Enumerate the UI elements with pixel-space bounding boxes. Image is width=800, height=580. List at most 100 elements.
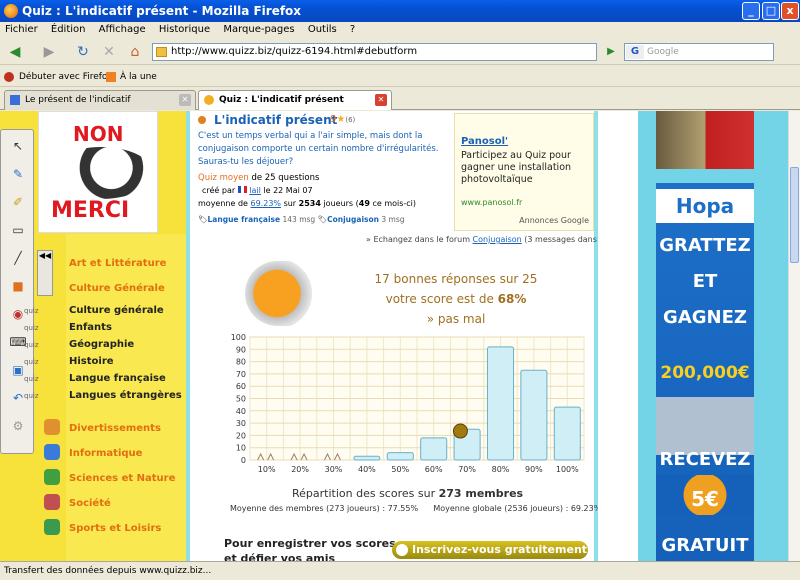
subcategory-histoire[interactable]: Histoire [69, 356, 114, 367]
menu-historique[interactable]: Historique [159, 24, 210, 35]
menu-affichage[interactable]: Affichage [99, 24, 146, 35]
subcategory-culture[interactable]: Culture générale [69, 305, 164, 316]
menu-outils[interactable]: Outils [308, 24, 337, 35]
eraser-tool-icon[interactable]: ▭ [7, 220, 29, 240]
subcategory-geographie[interactable]: Géographie [69, 339, 134, 350]
category-culture-generale[interactable]: Culture Générale [69, 283, 165, 294]
back-button[interactable]: ◀ [4, 41, 26, 63]
user-icon [396, 544, 408, 556]
tab-label: Quiz : L'indicatif présent [219, 95, 344, 105]
avg-suffix: sur [283, 199, 297, 208]
pub-line3: GAGNEZ [663, 307, 747, 328]
search-input[interactable]: Google [647, 47, 679, 57]
tag-langue-francaise[interactable]: Langue française [208, 215, 281, 224]
search-engine-icon[interactable]: G [626, 45, 644, 59]
y-tick-label: 0 [241, 456, 246, 465]
go-button[interactable]: ▶ [600, 41, 622, 63]
google-ad-box[interactable]: Panosol' Participez au Quiz pour gagner … [454, 113, 594, 231]
x-tick-label: 90% [525, 465, 543, 474]
subcategory-langues-etrangeres[interactable]: Langues étrangères [69, 390, 182, 401]
bookmark-debuter[interactable]: Débuter avec Firefox [19, 67, 113, 87]
bookmark-a-la-une[interactable]: À la une [120, 67, 157, 87]
line-tool-icon[interactable]: ╱ [7, 248, 29, 268]
category-informatique[interactable]: Informatique [69, 448, 142, 459]
status-bar: Transfert des données depuis www.quizz.b… [0, 561, 800, 580]
result-score-line: 17 bonnes réponses sur 25 [374, 272, 538, 286]
pointer-tool-icon[interactable]: ↖ [7, 136, 29, 156]
quiz-bullet-icon [198, 116, 206, 124]
subcategory-enfants[interactable]: Enfants [69, 322, 112, 333]
shape-tool-icon[interactable]: ■ [7, 276, 29, 296]
tab-page-icon [10, 95, 20, 105]
maximize-button[interactable]: □ [762, 2, 780, 20]
pub-bonus: 5€ [691, 487, 719, 511]
ad-title[interactable]: Panosol' [461, 136, 508, 147]
window-title: Quiz : L'indicatif présent - Mozilla Fir… [22, 4, 302, 18]
result-box: 17 bonnes réponses sur 25 votre score es… [356, 269, 556, 329]
avg-prefix: moyenne de [198, 199, 248, 208]
category-divertissements[interactable]: Divertissements [69, 423, 161, 434]
page-content: NON MERCI ↖ ✎ ✐ ▭ ╱ ■ ◉ ⌨ ▣ ↶ ⚙ ◀◀ Art e… [0, 111, 788, 561]
pub-line5: RECEVEZ [659, 449, 751, 470]
home-button[interactable]: ⌂ [124, 41, 146, 63]
score-chart-area: 0 10 20 30 40 50 60 70 80 90 100 10% 20% 30% 40% 50% 60%… [228, 333, 590, 483]
result-score: 68% [497, 292, 527, 306]
category-art[interactable]: Art et Littérature [69, 258, 166, 269]
category-societe[interactable]: Société [69, 498, 111, 509]
tab-quiz-active[interactable]: Quiz : L'indicatif présent ✕ [198, 90, 392, 110]
forum-link[interactable]: Conjugaison [473, 235, 522, 244]
divertissements-icon [44, 419, 60, 435]
tag-conjugaison[interactable]: Conjugaison [327, 215, 379, 224]
ad-images[interactable] [656, 111, 754, 169]
quiz-count: quiz [24, 358, 39, 366]
menu-help[interactable]: ? [350, 24, 355, 35]
logo-text-bottom: MERCI [51, 198, 130, 223]
menu-marque-pages[interactable]: Marque-pages [223, 24, 294, 35]
scrollbar-thumb[interactable] [790, 167, 799, 263]
palette-collapse-handle[interactable]: ◀◀ [37, 250, 53, 296]
menu-edition[interactable]: Édition [51, 24, 86, 35]
author-link[interactable]: lail [249, 186, 261, 195]
settings-tool-icon[interactable]: ⚙ [7, 416, 29, 436]
page-scrollbar[interactable] [788, 111, 800, 561]
hopa-advert[interactable]: Hopa GRATTEZ ET GAGNEZ 200,000€ RECEVEZ … [656, 183, 754, 561]
chart-bar [486, 346, 515, 461]
sciences-icon [44, 469, 60, 485]
tab-present-indicatif[interactable]: Le présent de l'indicatif ✕ [4, 90, 196, 110]
sports-icon [44, 519, 60, 535]
y-tick-label: 100 [231, 333, 246, 342]
close-tab-icon[interactable]: ✕ [375, 94, 387, 106]
url-bar[interactable]: http://www.quizz.biz/quizz-6194.html#deb… [152, 43, 597, 61]
reload-button[interactable]: ↻ [72, 41, 94, 63]
search-box[interactable]: G Google [624, 43, 774, 61]
created-date: le 22 Mai 07 [263, 186, 313, 195]
non-merci-logo: NON MERCI [38, 111, 158, 233]
signup-button[interactable]: Inscrivez-vous gratuitement [392, 541, 588, 559]
pub-scratch-image [656, 397, 754, 455]
minimize-button[interactable]: _ [742, 2, 760, 20]
signup-button-label: Inscrivez-vous gratuitement [412, 543, 588, 556]
menu-bar: Fichier Édition Affichage Historique Mar… [0, 22, 800, 38]
highlighter-tool-icon[interactable]: ✐ [7, 192, 29, 212]
average-link[interactable]: 69.23% [251, 199, 282, 208]
x-tick-label: 30% [325, 465, 343, 474]
stop-button[interactable]: ✕ [98, 41, 120, 63]
close-window-button[interactable]: x [781, 2, 799, 20]
firefox-icon [4, 4, 18, 18]
subcategory-langue-francaise[interactable]: Langue française [69, 373, 166, 384]
quiz-tags: 🏷Langue française 143 msg 🏷Conjugaison 3… [198, 215, 405, 224]
category-sciences[interactable]: Sciences et Nature [69, 473, 175, 484]
navigation-toolbar: ◀ ▶ ↻ ✕ ⌂ http://www.quizz.biz/quizz-619… [0, 39, 800, 65]
window-title-bar[interactable]: Quiz : L'indicatif présent - Mozilla Fir… [0, 0, 800, 22]
quiz-level[interactable]: Quiz moyen [198, 173, 249, 183]
close-tab-icon[interactable]: ✕ [179, 94, 191, 106]
cta-line2: et défier vos amis [224, 552, 336, 561]
pub-line7: GRATUIT [661, 535, 749, 556]
menu-fichier[interactable]: Fichier [5, 24, 38, 35]
chart-bar [553, 406, 581, 461]
quiz-count: quiz [24, 392, 39, 400]
category-sports[interactable]: Sports et Loisirs [69, 523, 161, 534]
pen-tool-icon[interactable]: ✎ [7, 164, 29, 184]
ad-url[interactable]: www.panosol.fr [461, 198, 522, 207]
forward-button[interactable]: ▶ [38, 41, 60, 63]
